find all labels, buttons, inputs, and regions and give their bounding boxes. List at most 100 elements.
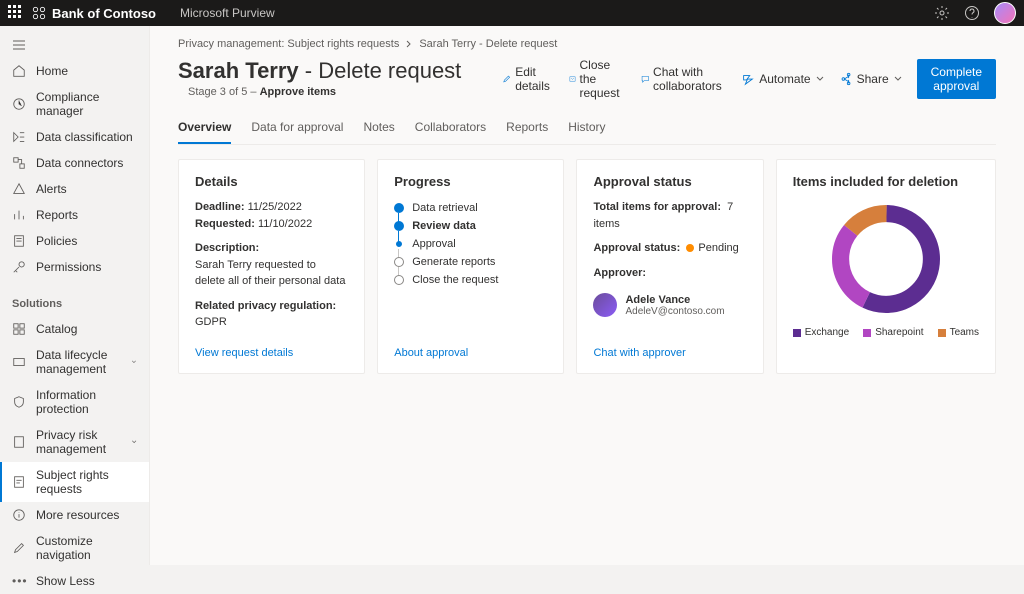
approver-avatar — [593, 293, 617, 317]
breadcrumb-current: Sarah Terry - Delete request — [419, 38, 557, 50]
sidebar-item-label: Permissions — [36, 260, 101, 274]
detail-dates: Deadline: 11/25/2022 Requested: 11/10/20… — [195, 199, 348, 232]
sidebar-item-label: Data classification — [36, 130, 133, 144]
stage-indicator: Stage 3 of 5 – Approve items — [188, 86, 336, 98]
approver-info: Adele VanceAdeleV@contoso.com — [593, 293, 746, 317]
sidebar-item-catalog[interactable]: Catalog — [0, 316, 149, 342]
sidebar-item-label: Subject rights requests — [36, 468, 137, 496]
share-button[interactable]: Share — [839, 72, 903, 86]
privacy-risk-icon — [12, 435, 26, 449]
reports-icon — [12, 208, 26, 222]
tab-collaborators[interactable]: Collaborators — [415, 114, 486, 144]
sidebar-item-data-classification[interactable]: Data classification — [0, 124, 149, 150]
progress-step: Generate reports — [394, 253, 547, 271]
about-approval-link[interactable]: About approval — [394, 339, 547, 359]
chat-collaborators-button[interactable]: Chat with collaborators — [641, 65, 728, 93]
sidebar-item-show-less[interactable]: ••• Show Less — [0, 568, 149, 594]
progress-step: Close the request — [394, 271, 547, 289]
ellipsis-icon: ••• — [12, 574, 26, 588]
edit-icon — [12, 541, 26, 555]
waffle-icon[interactable] — [8, 5, 24, 21]
status-dot-icon — [686, 244, 694, 252]
chart-card: Items included for deletion Exchange Sha… — [776, 159, 996, 374]
solutions-header: Solutions — [0, 292, 149, 316]
tab-bar: Overview Data for approval Notes Collabo… — [178, 114, 996, 145]
sidebar-item-label: Show Less — [36, 574, 95, 588]
progress-step: Review data — [394, 217, 547, 235]
breadcrumb: Privacy management: Subject rights reque… — [178, 38, 996, 50]
help-icon[interactable] — [964, 5, 980, 21]
top-bar: Bank of Contoso Microsoft Purview — [0, 0, 1024, 26]
detail-description: Description:Sarah Terry requested to del… — [195, 240, 348, 290]
sidebar-item-label: Data lifecycle management — [36, 348, 121, 376]
progress-card: Progress Data retrieval Review data Appr… — [377, 159, 564, 374]
chevron-down-icon — [815, 74, 825, 84]
sidebar-item-info-protection[interactable]: Information protection — [0, 382, 149, 422]
card-title: Details — [195, 174, 348, 189]
sidebar-item-data-lifecycle[interactable]: Data lifecycle management — [0, 342, 149, 382]
chat-icon — [641, 72, 650, 86]
sidebar: Home Compliance manager Data classificat… — [0, 26, 150, 565]
breadcrumb-root[interactable]: Privacy management: Subject rights reque… — [178, 38, 399, 50]
collapse-sidebar-button[interactable] — [0, 32, 149, 58]
sidebar-item-customize-navigation[interactable]: Customize navigation — [0, 528, 149, 568]
home-icon — [12, 64, 26, 78]
complete-approval-button[interactable]: Complete approval — [917, 59, 996, 99]
sidebar-item-label: Data connectors — [36, 156, 123, 170]
view-request-details-link[interactable]: View request details — [195, 339, 348, 359]
sidebar-item-permissions[interactable]: Permissions — [0, 254, 149, 280]
sidebar-item-label: Reports — [36, 208, 78, 222]
sidebar-item-label: Alerts — [36, 182, 67, 196]
catalog-icon — [12, 322, 26, 336]
user-avatar[interactable] — [994, 2, 1016, 24]
card-title: Progress — [394, 174, 547, 189]
page-title: Sarah Terry - Delete request — [178, 58, 461, 83]
sidebar-item-data-connectors[interactable]: Data connectors — [0, 150, 149, 176]
sidebar-item-compliance-manager[interactable]: Compliance manager — [0, 84, 149, 124]
alerts-icon — [12, 182, 26, 196]
info-icon — [12, 508, 26, 522]
detail-regulation: Related privacy regulation:GDPR — [195, 298, 348, 331]
close-request-icon — [569, 72, 576, 86]
sidebar-item-privacy-risk[interactable]: Privacy risk management — [0, 422, 149, 462]
sidebar-item-label: More resources — [36, 508, 119, 522]
close-request-button[interactable]: Close the request — [569, 58, 627, 100]
policies-icon — [12, 234, 26, 248]
sidebar-item-label: Catalog — [36, 322, 77, 336]
sidebar-item-alerts[interactable]: Alerts — [0, 176, 149, 202]
card-title: Items included for deletion — [793, 174, 979, 189]
approval-total: Total items for approval: 7 items — [593, 199, 746, 232]
org-logo-icon — [32, 6, 46, 20]
approval-status: Approval status: Pending — [593, 240, 746, 257]
progress-step: Data retrieval — [394, 199, 547, 217]
share-icon — [839, 72, 853, 86]
sidebar-item-home[interactable]: Home — [0, 58, 149, 84]
sidebar-item-label: Customize navigation — [36, 534, 137, 562]
sidebar-item-reports[interactable]: Reports — [0, 202, 149, 228]
details-card: Details Deadline: 11/25/2022 Requested: … — [178, 159, 365, 374]
pencil-icon — [502, 72, 511, 86]
sidebar-item-label: Policies — [36, 234, 77, 248]
main-content: Privacy management: Subject rights reque… — [150, 26, 1024, 565]
tab-notes[interactable]: Notes — [363, 114, 394, 144]
tab-history[interactable]: History — [568, 114, 605, 144]
edit-details-button[interactable]: Edit details — [502, 65, 555, 93]
progress-step: Approval — [394, 235, 547, 253]
approval-card: Approval status Total items for approval… — [576, 159, 763, 374]
tab-reports[interactable]: Reports — [506, 114, 548, 144]
tab-data-for-approval[interactable]: Data for approval — [251, 114, 343, 144]
tab-overview[interactable]: Overview — [178, 114, 231, 144]
sidebar-item-policies[interactable]: Policies — [0, 228, 149, 254]
permissions-icon — [12, 260, 26, 274]
automate-button[interactable]: Automate — [741, 72, 824, 86]
sidebar-item-subject-rights-requests[interactable]: Subject rights requests — [0, 462, 149, 502]
settings-icon[interactable] — [934, 5, 950, 21]
chevron-down-icon — [131, 357, 137, 367]
protection-icon — [12, 395, 26, 409]
classification-icon — [12, 130, 26, 144]
sidebar-item-label: Compliance manager — [36, 90, 137, 118]
donut-chart — [826, 199, 946, 319]
sidebar-item-label: Privacy risk management — [36, 428, 121, 456]
sidebar-item-more-resources[interactable]: More resources — [0, 502, 149, 528]
chat-with-approver-link[interactable]: Chat with approver — [593, 339, 746, 359]
